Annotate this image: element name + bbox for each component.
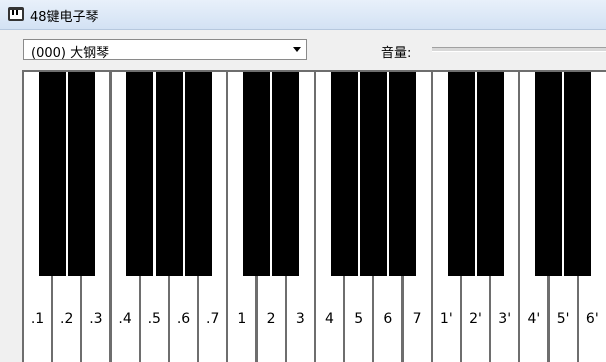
black-key[interactable] (272, 72, 300, 276)
white-key-label: .6 (176, 311, 191, 327)
black-key[interactable] (155, 72, 183, 276)
white-key-label: .2 (60, 311, 74, 327)
white-key-label: 5 (354, 311, 364, 327)
white-key-label: 3' (498, 311, 512, 327)
black-key[interactable] (476, 72, 504, 276)
black-key[interactable] (564, 72, 592, 276)
white-key-label: 6 (383, 311, 393, 327)
black-key[interactable] (389, 72, 417, 276)
piano-icon (8, 7, 24, 21)
white-key-label: .4 (118, 311, 132, 327)
black-key[interactable] (330, 72, 358, 276)
instrument-select-value: (000) 大钢琴 (31, 46, 110, 61)
white-key-label: 4' (527, 311, 541, 327)
white-key-label: 5' (556, 311, 570, 327)
black-key[interactable] (359, 72, 387, 276)
black-key[interactable] (184, 72, 212, 276)
white-key-label: 7 (412, 311, 422, 327)
white-key-label: 2' (469, 311, 482, 327)
white-key-label: 2 (266, 311, 276, 327)
instrument-select[interactable]: (000) 大钢琴 (23, 39, 307, 61)
white-key-label: 4 (325, 311, 334, 327)
white-key-label: 1 (237, 311, 247, 327)
white-key-label: .7 (206, 311, 220, 327)
white-key-label: 3 (295, 311, 305, 327)
black-key[interactable] (126, 72, 154, 276)
black-key[interactable] (447, 72, 475, 276)
white-key-label: 6' (585, 311, 599, 327)
black-key[interactable] (535, 72, 563, 276)
piano-keyboard: .1 .2 .3 .4 .5 .6 .7 1 2 3 4 5 6 7 1' 2' 3' 4' 5' 6' (22, 70, 606, 362)
app-window: 48键电子琴 (000) 大钢琴 音量: .1 .2 .3 .4 .5 .6 .7 1 2 3 4 5… (0, 0, 606, 362)
volume-slider[interactable] (432, 47, 606, 52)
white-key-label: .3 (89, 311, 103, 327)
black-key[interactable] (243, 72, 271, 276)
white-key-label: .1 (30, 311, 45, 327)
window-title: 48键电子琴 (30, 10, 99, 25)
volume-label: 音量: (381, 46, 412, 61)
title-bar[interactable]: 48键电子琴 (0, 0, 606, 30)
white-key-label: .5 (147, 311, 161, 327)
chevron-down-icon[interactable] (290, 40, 304, 59)
black-key[interactable] (67, 72, 95, 276)
black-key[interactable] (38, 72, 66, 276)
white-key-label: 1' (439, 311, 453, 327)
